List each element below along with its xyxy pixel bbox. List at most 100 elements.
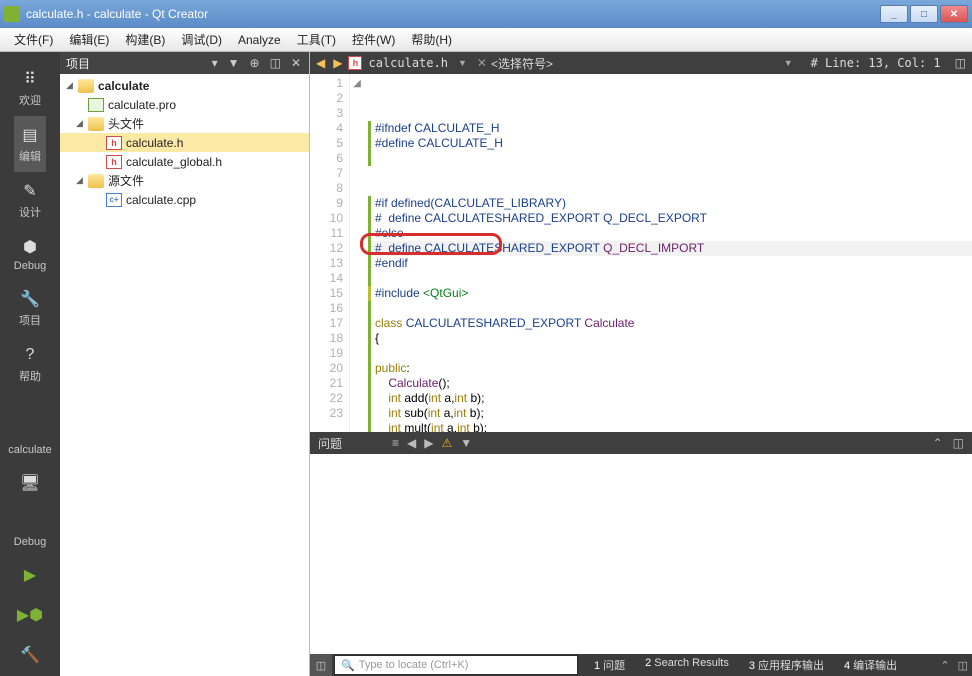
split-editor-icon[interactable]: ◫ — [953, 56, 968, 70]
activity-bar: ⠿欢迎▤编辑✎设计⬢Debug🔧项目?帮助 calculate 🖥 Debug ▶ ▶⬢… — [0, 52, 60, 676]
tree-label: calculate_global.h — [126, 155, 222, 169]
close-button[interactable]: ✕ — [940, 5, 968, 23]
menu-item[interactable]: 构建(B) — [117, 29, 173, 50]
activity-icon: 🖥 — [19, 472, 41, 494]
code-editor[interactable]: 1234567891011121314151617181920212223 ◢ … — [310, 74, 972, 432]
menu-item[interactable]: 控件(W) — [344, 29, 403, 50]
activity-item[interactable]: ⠿欢迎 — [14, 60, 46, 116]
tree-headers-folder[interactable]: ◢ 头文件 — [60, 114, 309, 133]
symbol-selector[interactable]: <选择符号> — [491, 55, 774, 72]
menu-item[interactable]: 文件(F) — [6, 29, 61, 50]
filter-icon[interactable]: ≡ — [392, 436, 399, 450]
code-line[interactable]: Calculate(); — [368, 376, 972, 391]
activity-bottom-item[interactable]: ▶⬢ — [0, 596, 60, 636]
nav-fwd-icon[interactable]: ▶ — [331, 56, 344, 70]
menu-item[interactable]: 调试(D) — [173, 29, 230, 50]
activity-icon: ⠿ — [19, 68, 41, 90]
menu-item[interactable]: 编辑(E) — [61, 29, 117, 50]
funnel-icon[interactable]: ▼ — [460, 436, 472, 450]
dropdown-icon[interactable]: ▼ — [778, 58, 799, 68]
code-line[interactable]: #else — [368, 226, 972, 241]
activity-icon — [19, 420, 41, 442]
activity-bottom-item[interactable]: calculate — [0, 412, 60, 464]
menu-item[interactable]: 工具(T) — [289, 29, 344, 50]
close-panel-icon[interactable]: ✕ — [289, 56, 303, 70]
code-line[interactable] — [368, 301, 972, 316]
chevron-up-icon[interactable]: ⌃ — [936, 659, 953, 672]
code-line[interactable] — [368, 181, 972, 196]
dropdown-icon[interactable]: ▾ — [210, 56, 220, 70]
filter-icon[interactable]: ▼ — [226, 56, 242, 70]
project-tree[interactable]: ◢ calculate calculate.pro ◢ 头文件 h calcul… — [60, 74, 309, 676]
code-line[interactable]: int sub(int a,int b); — [368, 406, 972, 421]
code-line[interactable] — [368, 346, 972, 361]
titlebar: calculate.h - calculate - Qt Creator _ □… — [0, 0, 972, 28]
output-tab[interactable]: 1问题 — [584, 657, 635, 673]
code-line[interactable]: public: — [368, 361, 972, 376]
project-panel-title: 项目 — [66, 55, 204, 72]
activity-item[interactable]: ✎设计 — [14, 172, 46, 228]
menu-item[interactable]: 帮助(H) — [403, 29, 460, 50]
issues-body[interactable] — [310, 454, 972, 654]
split-icon[interactable]: ◫ — [268, 56, 283, 70]
code-line[interactable]: # define CALCULATESHARED_EXPORT Q_DECL_I… — [368, 241, 972, 256]
activity-icon: ▶ — [19, 564, 41, 586]
toggle-sidebar-icon[interactable]: ◫ — [310, 654, 332, 676]
prev-icon[interactable]: ◀ — [407, 436, 416, 450]
code-line[interactable]: #define CALCULATE_H — [368, 136, 972, 151]
activity-bottom-item[interactable]: 🖥 — [0, 464, 60, 504]
code-line[interactable] — [368, 271, 972, 286]
code-line[interactable] — [368, 166, 972, 181]
code-line[interactable]: { — [368, 331, 972, 346]
project-panel-header: 项目 ▾ ▼ ⊕ ◫ ✕ — [60, 52, 309, 74]
code-line[interactable]: #include <QtGui> — [368, 286, 972, 301]
line-gutter: 1234567891011121314151617181920212223 — [310, 74, 350, 432]
tree-project-root[interactable]: ◢ calculate — [60, 76, 309, 95]
tree-pro-file[interactable]: calculate.pro — [60, 95, 309, 114]
activity-icon — [19, 512, 41, 534]
activity-item[interactable]: ⬢Debug — [14, 228, 46, 280]
output-tab[interactable]: 4编译输出 — [834, 657, 907, 673]
next-icon[interactable]: ▶ — [424, 436, 433, 450]
tree-label: calculate.h — [126, 136, 183, 150]
maximize-button[interactable]: □ — [910, 5, 938, 23]
output-tab[interactable]: 2Search Results — [635, 657, 739, 673]
locator-input[interactable]: 🔍 Type to locate (Ctrl+K) — [334, 655, 578, 675]
code-line[interactable]: int add(int a,int b); — [368, 391, 972, 406]
tree-header-file[interactable]: h calculate.h — [60, 133, 309, 152]
popout-icon[interactable]: ◫ — [953, 436, 964, 450]
dropdown-icon[interactable]: ▼ — [452, 58, 473, 68]
code-line[interactable]: #endif — [368, 256, 972, 271]
menu-item[interactable]: Analyze — [230, 31, 289, 49]
close-output-icon[interactable]: ◫ — [954, 659, 972, 672]
activity-item[interactable]: 🔧项目 — [14, 280, 46, 336]
code-lines[interactable]: #ifndef CALCULATE_H#define CALCULATE_H #… — [364, 74, 972, 432]
collapse-icon[interactable]: ⌃ — [933, 436, 943, 450]
output-tab[interactable]: 3应用程序输出 — [739, 657, 834, 673]
activity-bottom-item[interactable]: Debug — [0, 504, 60, 556]
activity-bottom-item[interactable]: 🔨 — [0, 636, 60, 676]
code-line[interactable]: class CALCULATESHARED_EXPORT Calculate — [368, 316, 972, 331]
code-line[interactable]: # define CALCULATESHARED_EXPORT Q_DECL_E… — [368, 211, 972, 226]
editor-file-name[interactable]: calculate.h — [368, 56, 447, 70]
activity-item[interactable]: ?帮助 — [14, 336, 46, 392]
activity-icon: ▤ — [19, 124, 41, 146]
minimize-button[interactable]: _ — [880, 5, 908, 23]
code-line[interactable]: #ifndef CALCULATE_H — [368, 121, 972, 136]
code-line[interactable]: #if defined(CALCULATE_LIBRARY) — [368, 196, 972, 211]
issues-title: 问题 — [318, 435, 342, 452]
activity-item[interactable]: ▤编辑 — [14, 116, 46, 172]
tree-source-file[interactable]: c+ calculate.cpp — [60, 190, 309, 209]
code-line[interactable]: int mult(int a,int b); — [368, 421, 972, 432]
warning-icon[interactable]: ⚠ — [442, 436, 453, 450]
tree-sources-folder[interactable]: ◢ 源文件 — [60, 171, 309, 190]
fold-column[interactable]: ◢ — [350, 74, 364, 432]
nav-back-icon[interactable]: ◀ — [314, 56, 327, 70]
tree-header-file[interactable]: h calculate_global.h — [60, 152, 309, 171]
tree-label: calculate — [98, 79, 149, 93]
activity-bottom-item[interactable]: ▶ — [0, 556, 60, 596]
issues-header: 问题 ≡ ◀ ▶ ⚠ ▼ ⌃ ◫ — [310, 432, 972, 454]
link-icon[interactable]: ⊕ — [248, 56, 262, 70]
app-icon — [4, 6, 20, 22]
code-line[interactable] — [368, 151, 972, 166]
